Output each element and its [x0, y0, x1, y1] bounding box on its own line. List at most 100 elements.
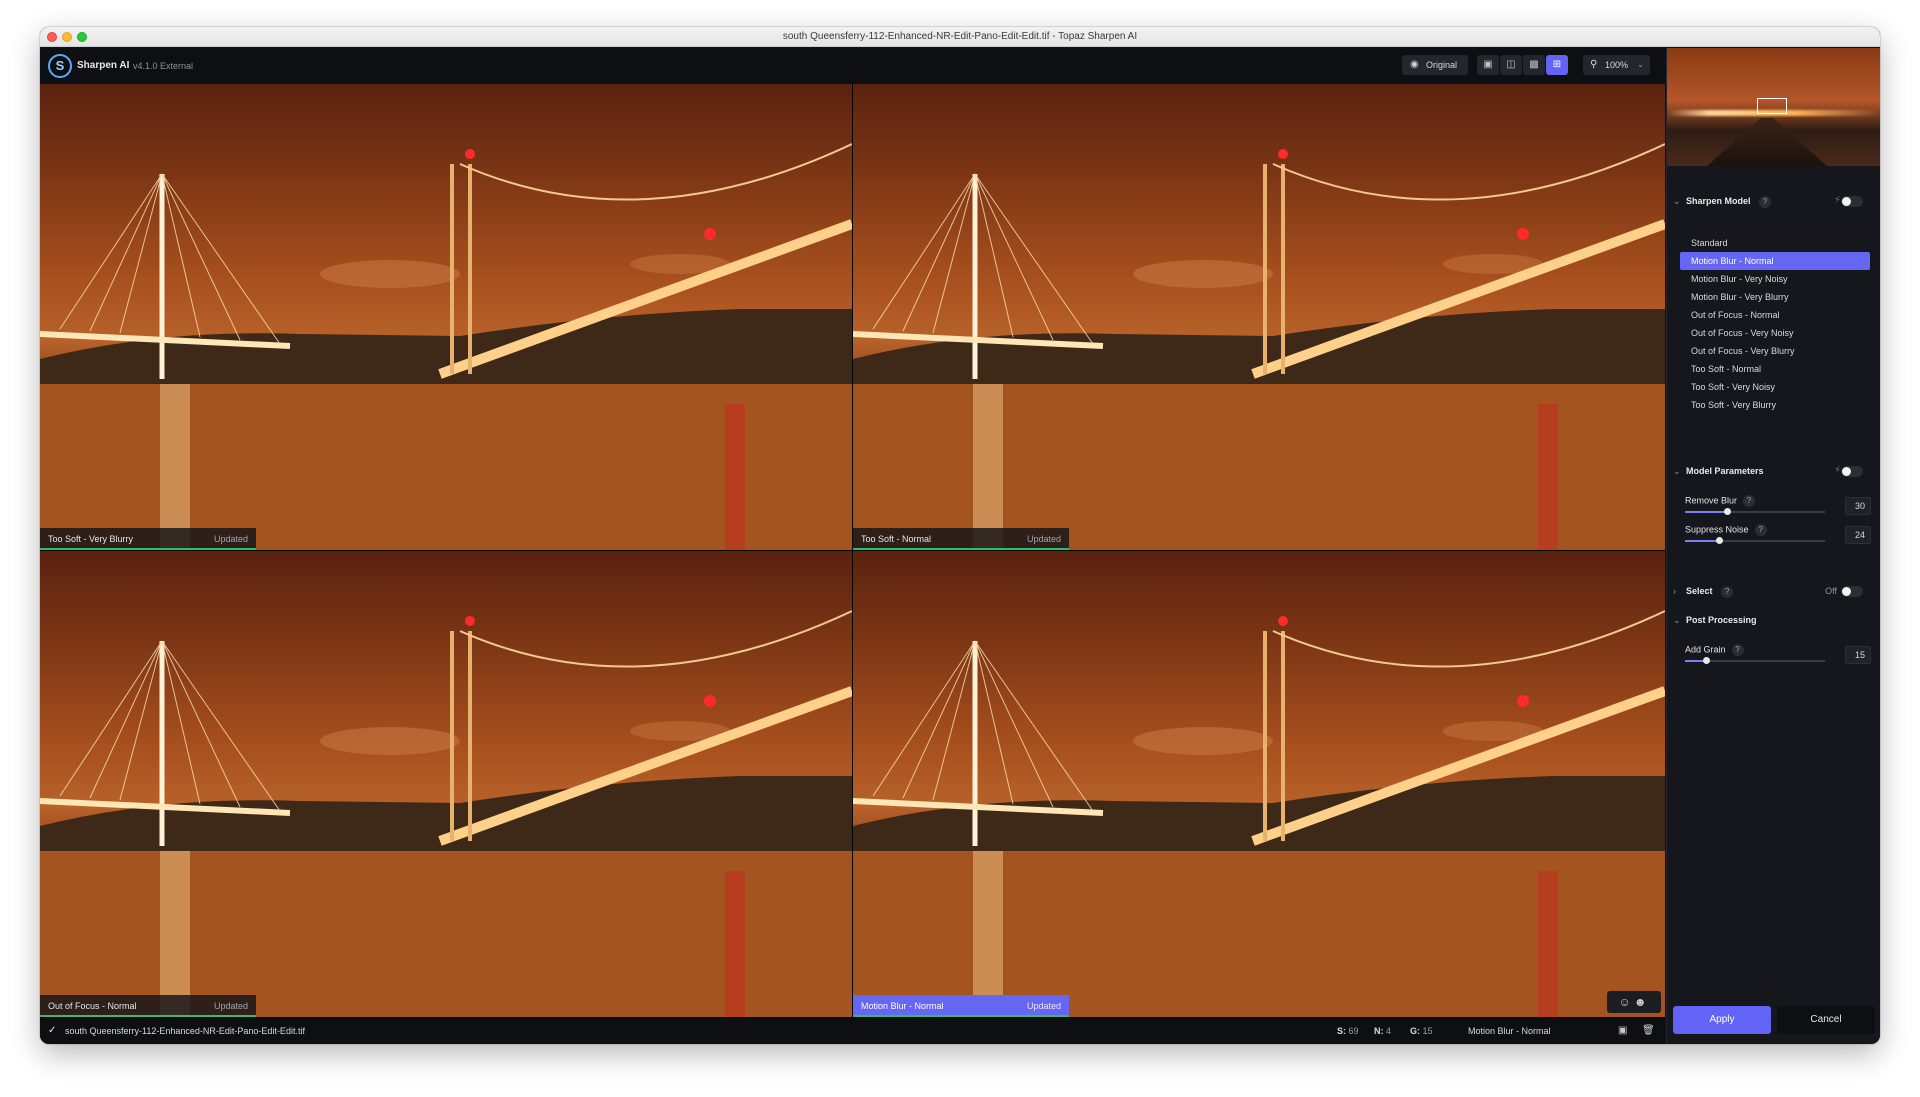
select-toggle[interactable] — [1841, 586, 1863, 597]
select-header[interactable]: › Select ? Off — [1667, 581, 1880, 601]
sharpen-stat: S: 69 — [1337, 1026, 1359, 1036]
sharpen-model-list: Standard Motion Blur - Normal Motion Blu… — [1680, 234, 1870, 414]
chevron-down-icon: ⌄ — [1637, 60, 1644, 69]
preview-pane[interactable]: Out of Focus - Normal Updated — [40, 551, 852, 1017]
bridge-scene-image — [40, 143, 852, 550]
zoom-dropdown[interactable]: ⚲ 100% ⌄ — [1583, 55, 1650, 75]
smile-face-icon[interactable]: ☺ — [1619, 995, 1634, 1009]
select-state: Off — [1825, 586, 1837, 596]
add-grain-slider[interactable] — [1685, 657, 1825, 664]
model-option-too-soft-normal[interactable]: Too Soft - Normal — [1680, 360, 1870, 378]
app-name: Sharpen AI — [77, 60, 130, 71]
grain-stat: G: 15 — [1410, 1026, 1433, 1036]
model-parameters-toggle[interactable] — [1841, 466, 1863, 477]
help-icon[interactable]: ? — [1754, 524, 1767, 536]
model-option-out-of-focus-very-noisy[interactable]: Out of Focus - Very Noisy — [1680, 324, 1870, 342]
model-option-too-soft-very-noisy[interactable]: Too Soft - Very Noisy — [1680, 378, 1870, 396]
preview-model-name: Motion Blur - Normal — [861, 1001, 944, 1011]
model-option-motion-blur-normal[interactable]: Motion Blur - Normal — [1680, 252, 1870, 270]
bridge-scene-image — [40, 610, 852, 1017]
compare-icon[interactable]: ▣ — [1618, 1018, 1627, 1044]
model-option-motion-blur-very-noisy[interactable]: Motion Blur - Very Noisy — [1680, 270, 1870, 288]
preview-pane[interactable]: Too Soft - Very Blurry Updated — [40, 84, 852, 550]
window-title: south Queensferry-112-Enhanced-NR-Edit-P… — [782, 31, 1138, 42]
preview-status: Updated — [213, 534, 248, 544]
side-by-side-icon[interactable]: ▩ — [1523, 55, 1545, 75]
chevron-right-icon: › — [1673, 586, 1676, 596]
sharpen-model-header[interactable]: ⌄ Sharpen Model ? ⚡︎ — [1667, 191, 1880, 211]
sharpen-ai-logo-icon: S — [48, 54, 72, 78]
slider-handle[interactable] — [1703, 657, 1710, 664]
model-option-too-soft-very-blurry[interactable]: Too Soft - Very Blurry — [1680, 396, 1870, 414]
model-parameters-title: Model Parameters — [1686, 466, 1764, 476]
preview-pane[interactable]: Too Soft - Normal Updated — [853, 84, 1665, 550]
cancel-button[interactable]: Cancel — [1777, 1006, 1875, 1034]
bolt-icon: ⚡︎ — [1833, 465, 1841, 476]
add-grain-control: Add Grain? 15 — [1685, 644, 1871, 674]
settings-sidebar: ⌄ Sharpen Model ? ⚡︎ Standard Motion Blu… — [1666, 48, 1880, 1044]
suppress-noise-control: Suppress Noise? 24 — [1685, 524, 1871, 554]
status-bar: ✓ south Queensferry-112-Enhanced-NR-Edit… — [40, 1018, 1665, 1044]
help-icon[interactable]: ? — [1759, 195, 1772, 208]
preview-status: Updated — [1026, 1001, 1061, 1011]
post-processing-header[interactable]: ⌄ Post Processing — [1667, 610, 1880, 630]
app-version: v4.1.0 External — [133, 61, 194, 71]
help-icon[interactable]: ? — [1721, 585, 1734, 598]
chevron-down-icon: ⌄ — [1673, 466, 1681, 476]
original-toggle-button[interactable]: ◉ Original — [1402, 55, 1468, 75]
preview-status: Updated — [213, 1001, 248, 1011]
thumbnail-road — [1707, 118, 1827, 166]
suppress-noise-value[interactable]: 24 — [1845, 526, 1871, 544]
quad-view-icon[interactable]: ⊞ — [1546, 55, 1568, 75]
remove-blur-value[interactable]: 30 — [1845, 497, 1871, 515]
model-option-out-of-focus-normal[interactable]: Out of Focus - Normal — [1680, 306, 1870, 324]
navigator-thumbnail[interactable] — [1667, 48, 1880, 166]
bridge-scene-image — [853, 143, 1665, 550]
app-toolbar: S Sharpen AI v4.1.0 External ◉ Original … — [40, 48, 1665, 84]
checkmark-icon: ✓ — [48, 1025, 57, 1036]
post-processing-title: Post Processing — [1686, 615, 1757, 625]
remove-blur-slider[interactable] — [1685, 508, 1825, 515]
model-option-standard[interactable]: Standard — [1680, 234, 1870, 252]
eye-slash-icon: ◉ — [1410, 59, 1419, 70]
bridge-scene-image — [853, 610, 1665, 1017]
model-option-motion-blur-very-blurry[interactable]: Motion Blur - Very Blurry — [1680, 288, 1870, 306]
apply-button[interactable]: Apply — [1673, 1006, 1771, 1034]
rating-buttons[interactable]: ☺☻ — [1607, 991, 1661, 1013]
model-parameters-header[interactable]: ⌄ Model Parameters ⚡︎ — [1667, 461, 1880, 481]
remove-blur-label: Remove Blur? — [1685, 495, 1756, 507]
single-view-icon[interactable]: ▣ — [1477, 55, 1499, 75]
trash-icon[interactable]: 🗑 — [1642, 1018, 1655, 1044]
split-view-icon[interactable]: ◫ — [1500, 55, 1522, 75]
model-option-out-of-focus-very-blurry[interactable]: Out of Focus - Very Blurry — [1680, 342, 1870, 360]
preview-label: Motion Blur - Normal Updated — [853, 995, 1069, 1017]
title-bar: south Queensferry-112-Enhanced-NR-Edit-P… — [40, 27, 1880, 47]
add-grain-label: Add Grain? — [1685, 644, 1744, 656]
preview-grid: Too Soft - Very Blurry Updated Too Soft … — [40, 84, 1665, 1018]
slider-handle[interactable] — [1715, 537, 1723, 544]
preview-status: Updated — [1026, 534, 1061, 544]
preview-model-name: Too Soft - Very Blurry — [48, 534, 134, 544]
sharpen-model-toggle[interactable] — [1841, 196, 1863, 207]
original-label: Original — [1426, 60, 1458, 70]
chevron-down-icon: ⌄ — [1673, 615, 1681, 625]
remove-blur-control: Remove Blur? 30 — [1685, 495, 1871, 525]
preview-model-name: Out of Focus - Normal — [48, 1001, 137, 1011]
zoom-value: 100% — [1605, 60, 1629, 70]
preview-pane-selected[interactable]: Motion Blur - Normal Updated ☺☻ — [853, 551, 1665, 1017]
add-grain-value[interactable]: 15 — [1845, 646, 1871, 664]
navigator-viewport[interactable] — [1757, 98, 1787, 114]
preview-label: Out of Focus - Normal Updated — [40, 995, 256, 1017]
bolt-icon: ⚡︎ — [1833, 195, 1841, 206]
select-title: Select — [1686, 586, 1713, 596]
help-icon[interactable]: ? — [1731, 644, 1744, 656]
preview-model-name: Too Soft - Normal — [861, 534, 932, 544]
neutral-face-icon[interactable]: ☻ — [1634, 995, 1650, 1009]
help-icon[interactable]: ? — [1743, 495, 1756, 507]
status-model: Motion Blur - Normal — [1468, 1026, 1551, 1036]
suppress-noise-slider[interactable] — [1685, 537, 1825, 544]
status-filename: south Queensferry-112-Enhanced-NR-Edit-P… — [65, 1026, 305, 1036]
slider-handle[interactable] — [1724, 508, 1731, 515]
noise-stat: N: 4 — [1374, 1026, 1392, 1036]
preview-label: Too Soft - Very Blurry Updated — [40, 528, 256, 550]
